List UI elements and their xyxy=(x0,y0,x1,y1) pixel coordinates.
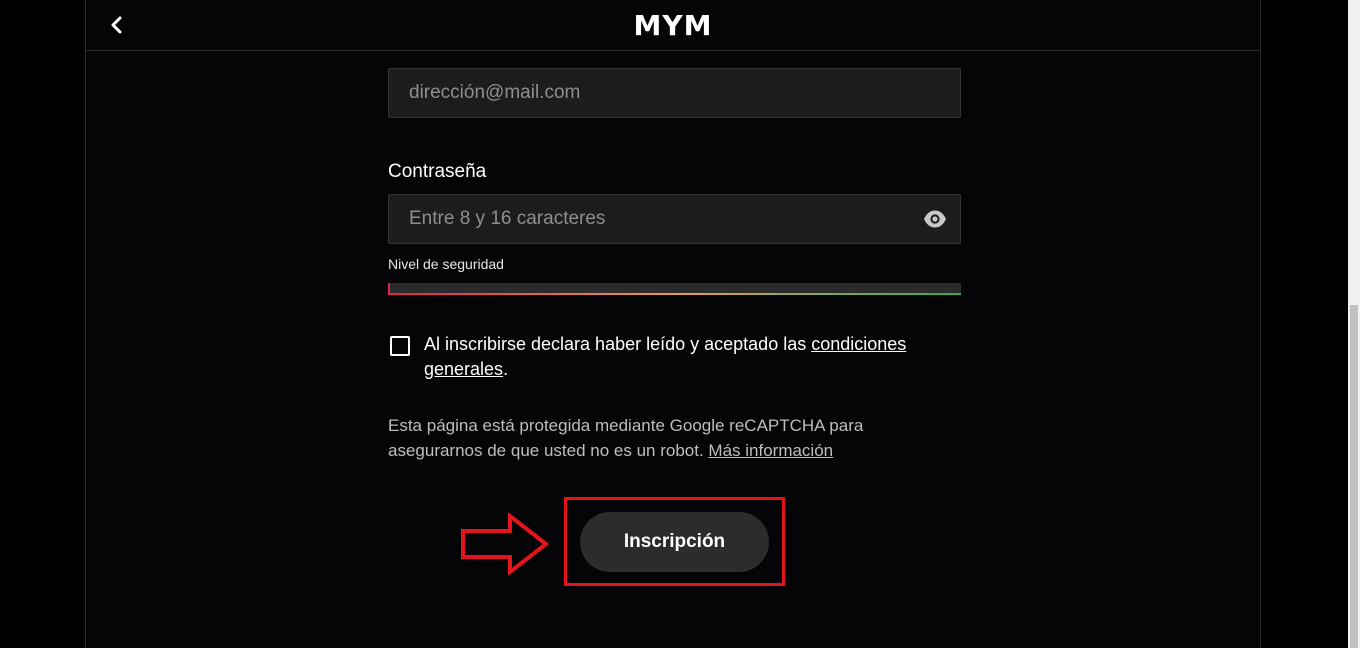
terms-text-body: Al inscribirse declara haber leído y ace… xyxy=(424,334,812,354)
security-level-label: Nivel de seguridad xyxy=(388,256,504,272)
signup-button[interactable]: Inscripción xyxy=(580,512,769,572)
email-field-wrapper xyxy=(388,68,961,118)
top-bar: MYM xyxy=(86,0,1260,51)
recaptcha-notice: Esta página está protegida mediante Goog… xyxy=(388,413,948,463)
email-field[interactable] xyxy=(389,69,960,117)
password-strength-meter xyxy=(388,283,961,295)
password-field[interactable] xyxy=(389,195,960,243)
terms-suffix: . xyxy=(503,359,509,379)
right-arrow-annotation-icon xyxy=(461,513,550,575)
eye-icon xyxy=(924,210,946,228)
mym-logo: MYM xyxy=(633,9,713,42)
terms-checkbox[interactable] xyxy=(390,336,410,356)
page-scrollbar[interactable] xyxy=(1348,0,1360,648)
show-password-button[interactable] xyxy=(923,209,947,229)
password-label: Contraseña xyxy=(388,161,487,182)
terms-text: Al inscribirse declara haber leído y ace… xyxy=(424,332,954,382)
more-info-link[interactable]: Más información xyxy=(708,441,833,460)
scrollbar-thumb[interactable] xyxy=(1350,305,1358,648)
password-field-wrapper xyxy=(388,194,961,244)
page-frame: MYM ▪ ▪▪▪▪▪▪▪ ▪▪▪ ▪▪▪▪▪▪▪▪▪▪ ▪▪▪▪▪ Contr… xyxy=(85,0,1261,648)
